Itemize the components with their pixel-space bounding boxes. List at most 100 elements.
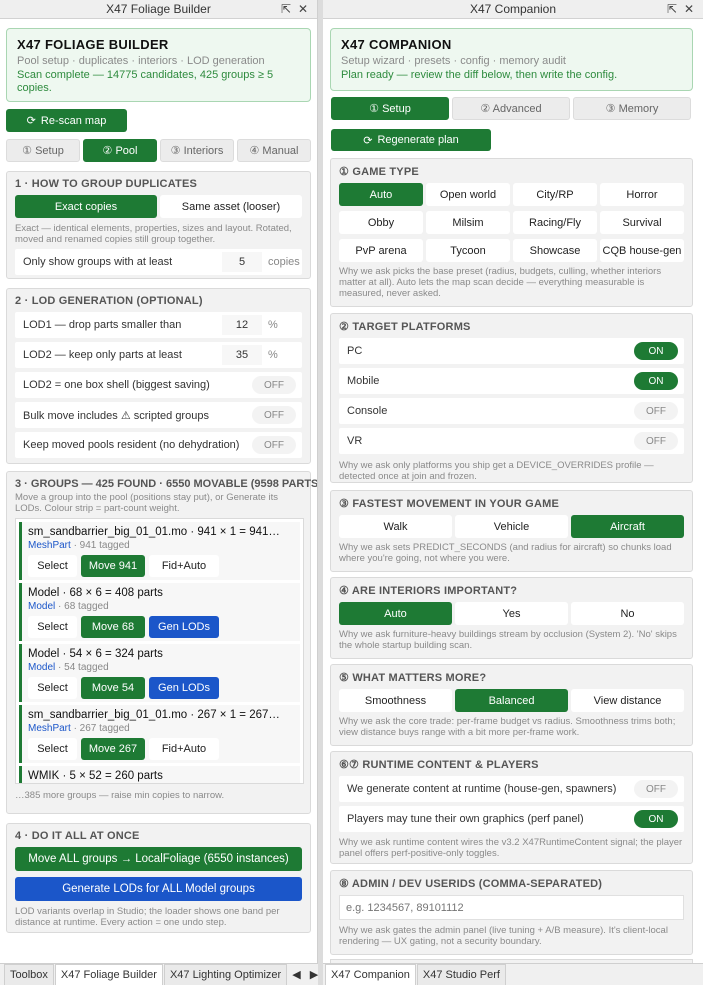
select-button[interactable]: Select [28, 555, 77, 577]
move-group-button[interactable]: Move 54 [81, 677, 145, 699]
move-group-button[interactable]: Move 941 [81, 555, 145, 577]
min-copies-row: Only show groups with at least 5 copies [15, 249, 302, 275]
game-type-open-world[interactable]: Open world [426, 183, 510, 206]
group-tagged: · 267 tagged [73, 723, 130, 734]
exact-copies-option[interactable]: Exact copies [15, 195, 157, 218]
priority-smoothness[interactable]: Smoothness [339, 689, 452, 712]
group-class: Model [28, 662, 56, 673]
toggle-label: Bulk move includes ⚠ scripted groups [23, 409, 209, 422]
platform-pc-toggle[interactable]: ON [634, 342, 678, 360]
select-button[interactable]: Select [28, 677, 77, 699]
pane-titlebar: X47 Companion ⇱ ✕ [323, 0, 703, 19]
dock-tab-studio-perf[interactable]: X47 Studio Perf [416, 964, 506, 985]
select-button[interactable]: Select [28, 738, 77, 760]
player-graphics-row: Players may tune their own graphics (per… [339, 806, 684, 832]
lod2-box-shell-toggle[interactable]: OFF [252, 376, 296, 394]
player-graphics-toggle[interactable]: ON [634, 810, 678, 828]
priority-help: Why we ask the core trade: per-frame bud… [339, 716, 676, 738]
tab-memory[interactable]: ③ Memory [573, 97, 691, 120]
close-icon[interactable]: ✕ [684, 2, 694, 16]
group-class: MeshPart [28, 540, 71, 551]
group-title: Model · 68 × 6 = 408 parts [28, 587, 163, 599]
lod1-input[interactable]: 12 [222, 315, 262, 335]
fid-auto-button[interactable]: Fid+Auto [149, 738, 219, 760]
foliage-header-card: X47 FOLIAGE BUILDER Pool setup · duplica… [6, 28, 311, 102]
bulk-scripted-toggle[interactable]: OFF [252, 406, 296, 424]
game-type-milsim[interactable]: Milsim [426, 211, 510, 234]
dock-tab-lighting-optimizer[interactable]: X47 Lighting Optimizer [163, 964, 288, 985]
tab-interiors[interactable]: ③ Interiors [160, 139, 234, 162]
gen-lods-button[interactable]: Gen LODs [149, 616, 219, 638]
rescan-button[interactable]: ⟳ Re-scan map [6, 109, 127, 132]
scroll-right-icon[interactable]: ▶ [306, 964, 322, 985]
same-asset-option[interactable]: Same asset (looser) [160, 195, 302, 218]
move-all-button[interactable]: Move ALL groups → LocalFoliage (6550 ins… [15, 847, 302, 871]
fid-auto-button[interactable]: Fid+Auto [149, 555, 219, 577]
platform-vr-toggle[interactable]: OFF [634, 432, 678, 450]
priority-view-distance[interactable]: View distance [571, 689, 684, 712]
game-type-auto[interactable]: Auto [339, 183, 423, 206]
popout-icon[interactable]: ⇱ [667, 2, 677, 16]
min-copies-input[interactable]: 5 [222, 252, 262, 272]
bulk-actions-section: 4 · DO IT ALL AT ONCE Move ALL groups → … [6, 823, 311, 933]
runtime-content-toggle[interactable]: OFF [634, 780, 678, 798]
foliage-builder-pane: X47 Foliage Builder ⇱ ✕ X47 FOLIAGE BUIL… [0, 0, 318, 963]
movement-vehicle[interactable]: Vehicle [455, 515, 568, 538]
game-type-cqb-house-gen[interactable]: CQB house-gen [600, 239, 684, 262]
bulk-help: LOD variants overlap in Studio; the load… [15, 906, 280, 928]
header-title: X47 COMPANION [341, 37, 452, 52]
dock-tab-foliage-builder[interactable]: X47 Foliage Builder [54, 964, 163, 985]
game-type-horror[interactable]: Horror [600, 183, 684, 206]
popout-icon[interactable]: ⇱ [281, 2, 291, 16]
tab-setup[interactable]: ① Setup [331, 97, 449, 120]
tab-pool[interactable]: ② Pool [83, 139, 157, 162]
keep-resident-toggle[interactable]: OFF [252, 436, 296, 454]
priority-balanced[interactable]: Balanced [455, 689, 568, 712]
groups-list[interactable]: sm_sandbarrier_big_01_01.mo · 941 × 1 = … [15, 518, 304, 784]
keep-resident-row: Keep moved pools resident (no dehydratio… [15, 432, 302, 458]
regenerate-plan-button[interactable]: ⟳ Regenerate plan [331, 129, 491, 151]
game-type-survival[interactable]: Survival [600, 211, 684, 234]
platform-mobile-toggle[interactable]: ON [634, 372, 678, 390]
lod2-input[interactable]: 35 [222, 345, 262, 365]
dock-tab-toolbox[interactable]: Toolbox [4, 964, 54, 985]
game-type-tycoon[interactable]: Tycoon [426, 239, 510, 262]
movement-section: ③ FASTEST MOVEMENT IN YOUR GAME Walk Veh… [330, 490, 693, 572]
interiors-no[interactable]: No [571, 602, 684, 625]
gen-lods-button[interactable]: Gen LODs [149, 677, 219, 699]
tab-manual[interactable]: ④ Manual [237, 139, 311, 162]
unit-label: copies [268, 256, 300, 268]
dock-tab-companion[interactable]: X47 Companion [325, 964, 416, 985]
group-item: WMIK · 5 × 52 = 260 parts [19, 766, 300, 783]
game-type-showcase[interactable]: Showcase [513, 239, 597, 262]
close-icon[interactable]: ✕ [298, 2, 308, 16]
game-type-city-rp[interactable]: City/RP [513, 183, 597, 206]
admin-ids-input[interactable] [339, 895, 684, 920]
pane-title: X47 Foliage Builder [106, 2, 211, 16]
move-group-button[interactable]: Move 68 [81, 616, 145, 638]
tab-advanced[interactable]: ② Advanced [452, 97, 570, 120]
platform-label: VR [347, 435, 363, 447]
game-type-pvp-arena[interactable]: PvP arena [339, 239, 423, 262]
gen-all-lods-button[interactable]: Generate LODs for ALL Model groups [15, 877, 302, 901]
interiors-yes[interactable]: Yes [455, 602, 568, 625]
pane-title: X47 Companion [469, 2, 557, 16]
group-title: sm_sandbarrier_big_01_01.mo · 267 × 1 = … [28, 709, 280, 721]
scroll-left-icon[interactable]: ◀ [288, 964, 304, 985]
platform-pc-row: PC ON [339, 338, 684, 364]
select-button[interactable]: Select [28, 616, 77, 638]
platform-console-toggle[interactable]: OFF [634, 402, 678, 420]
studio-window: X47 Foliage Builder ⇱ ✕ X47 FOLIAGE BUIL… [0, 0, 703, 985]
companion-pane: X47 Companion ⇱ ✕ X47 COMPANION Setup wi… [323, 0, 703, 963]
refresh-icon: ⟳ [363, 134, 373, 147]
movement-aircraft[interactable]: Aircraft [571, 515, 684, 538]
movement-help: Why we ask sets PREDICT_SECONDS (and rad… [339, 542, 672, 564]
toggle-label: LOD2 = one box shell (biggest saving) [23, 379, 210, 391]
game-type-racing-fly[interactable]: Racing/Fly [513, 211, 597, 234]
movement-walk[interactable]: Walk [339, 515, 452, 538]
move-group-button[interactable]: Move 267 [81, 738, 145, 760]
tab-setup[interactable]: ① Setup [6, 139, 80, 162]
group-item: sm_sandbarrier_big_01_01.mo · 941 × 1 = … [19, 522, 300, 580]
interiors-auto[interactable]: Auto [339, 602, 452, 625]
game-type-obby[interactable]: Obby [339, 211, 423, 234]
